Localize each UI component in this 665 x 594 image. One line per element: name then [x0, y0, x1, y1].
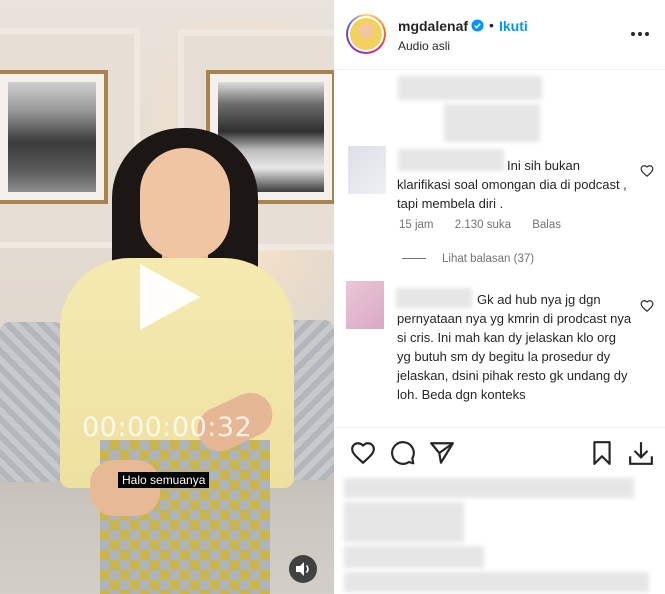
- like-button[interactable]: [350, 440, 376, 466]
- share-button[interactable]: [429, 440, 455, 466]
- username-link[interactable]: mgdalenaf: [398, 18, 468, 34]
- speaker-icon: [296, 562, 309, 576]
- blurred-footer-2: [344, 546, 484, 568]
- avatar[interactable]: [346, 14, 386, 54]
- more-options-button[interactable]: [628, 22, 652, 46]
- comment-text: Ini sih bukan klarifikasi soal omongan d…: [397, 158, 627, 211]
- save-button[interactable]: [589, 440, 615, 466]
- comment-avatar[interactable]: [346, 281, 384, 329]
- comment-likes[interactable]: 2.130 suka: [455, 219, 511, 231]
- person-hands: [90, 460, 160, 516]
- comment-time: 15 jam: [399, 219, 434, 231]
- post-header: mgdalenaf • Ikuti Audio asli: [334, 0, 665, 70]
- comment-avatar[interactable]: [348, 146, 386, 194]
- comment-like-icon[interactable]: [640, 164, 654, 178]
- person-face: [140, 148, 230, 260]
- bookmark-icon: [593, 441, 611, 465]
- play-button[interactable]: [134, 262, 204, 332]
- cushion-left: [0, 322, 64, 482]
- play-icon: [140, 264, 200, 330]
- blurred-caption: [398, 76, 542, 100]
- timecode-overlay: 00:00:00:32: [82, 412, 253, 443]
- share-icon: [430, 442, 454, 464]
- verified-badge-icon: [471, 19, 484, 32]
- action-bar: [334, 427, 665, 477]
- separator: •: [489, 17, 494, 33]
- video-subtitle: Halo semuanya: [118, 472, 210, 488]
- picture-frame-left: [0, 70, 108, 204]
- audio-label[interactable]: Audio asli: [398, 39, 450, 53]
- comment-like-icon[interactable]: [640, 299, 654, 313]
- download-button[interactable]: [628, 440, 654, 466]
- more-icon: [631, 32, 649, 36]
- heart-icon: [351, 442, 375, 465]
- comment-icon: [391, 441, 415, 465]
- blurred-caption-2: [444, 104, 540, 142]
- view-replies-label: Lihat balasan (37): [442, 253, 535, 265]
- comment-meta: 15 jam 2.130 suka Balas: [399, 219, 579, 231]
- follow-button[interactable]: Ikuti: [499, 18, 528, 34]
- video-player[interactable]: 00:00:00:32 Halo semuanya: [0, 0, 334, 594]
- reply-button[interactable]: Balas: [532, 219, 561, 231]
- blurred-footer-3: [344, 572, 649, 592]
- replies-line: [402, 258, 426, 260]
- comment-text: Gk ad hub nya jg dgn pernyataan nya yg k…: [397, 292, 632, 402]
- blurred-likes: [344, 478, 634, 498]
- post-side-panel: mgdalenaf • Ikuti Audio asli Ini sih buk…: [334, 0, 665, 594]
- view-replies-button[interactable]: Lihat balasan (37): [402, 253, 534, 265]
- download-icon: [629, 442, 653, 465]
- blurred-footer: [344, 502, 464, 542]
- audio-toggle-button[interactable]: [289, 555, 317, 583]
- comment-button[interactable]: [390, 440, 416, 466]
